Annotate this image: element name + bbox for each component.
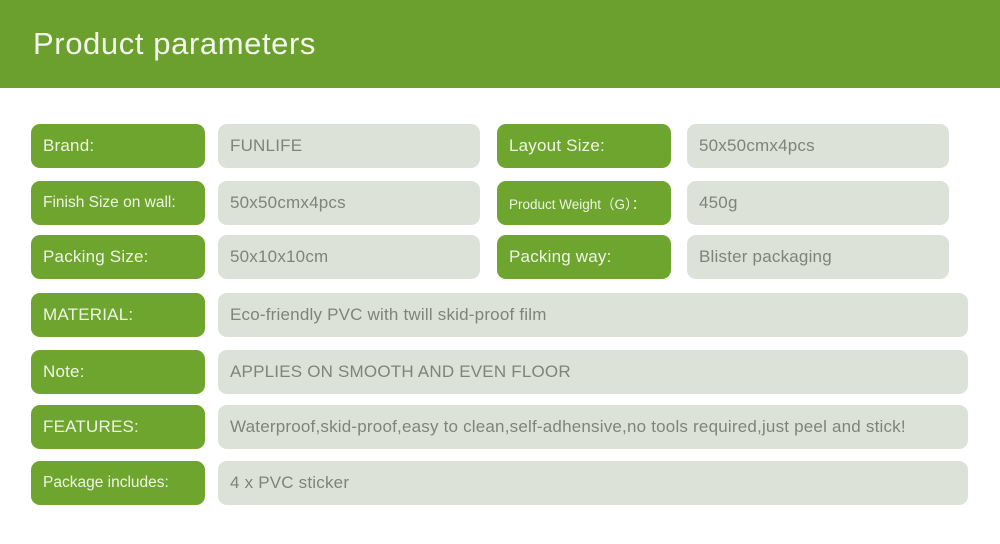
spec-value-text: 4 x PVC sticker bbox=[230, 473, 350, 492]
spec-label-product-weight: Product Weight（G）： bbox=[497, 181, 671, 225]
spec-value-packing-size: 50x10x10cm bbox=[218, 235, 480, 279]
spec-label-packing-size: Packing Size: bbox=[31, 235, 205, 279]
table-row: Note: APPLIES ON SMOOTH AND EVEN FLOOR bbox=[0, 350, 1000, 394]
spec-label-layout-size: Layout Size: bbox=[497, 124, 671, 168]
spec-label-text: MATERIAL: bbox=[43, 305, 134, 324]
spec-label-text: Packing way: bbox=[509, 247, 612, 266]
spec-label-text: Note: bbox=[43, 362, 85, 381]
spec-label-text: Brand: bbox=[43, 136, 95, 155]
spec-value-material: Eco-friendly PVC with twill skid-proof f… bbox=[218, 293, 968, 337]
spec-label-text: Product Weight（G）： bbox=[509, 197, 646, 212]
table-row: Package includes: 4 x PVC sticker bbox=[0, 461, 1000, 505]
spec-label-package-includes: Package includes: bbox=[31, 461, 205, 505]
spec-value-layout-size: 50x50cmx4pcs bbox=[687, 124, 949, 168]
spec-value-text: 50x50cmx4pcs bbox=[230, 193, 346, 212]
spec-label-finish-size-on-wall: Finish Size on wall: bbox=[31, 181, 205, 225]
spec-value-text: 50x10x10cm bbox=[230, 247, 329, 266]
spec-value-text: FUNLIFE bbox=[230, 136, 303, 155]
product-parameters-page: Product parameters Brand: FUNLIFE Layout… bbox=[0, 0, 1000, 544]
spec-label-note: Note: bbox=[31, 350, 205, 394]
spec-value-package-includes: 4 x PVC sticker bbox=[218, 461, 968, 505]
spec-label-text: Package includes: bbox=[43, 474, 169, 491]
spec-label-text: Finish Size on wall: bbox=[43, 194, 176, 211]
spec-value-brand: FUNLIFE bbox=[218, 124, 480, 168]
page-title: Product parameters bbox=[33, 26, 317, 61]
spec-value-text: Blister packaging bbox=[699, 247, 832, 266]
spec-label-text: FEATURES: bbox=[43, 417, 139, 436]
table-row: Finish Size on wall: 50x50cmx4pcs Produc… bbox=[0, 181, 1000, 225]
spec-value-text: Eco-friendly PVC with twill skid-proof f… bbox=[230, 305, 547, 324]
spec-value-note: APPLIES ON SMOOTH AND EVEN FLOOR bbox=[218, 350, 968, 394]
spec-value-text: Waterproof,skid-proof,easy to clean,self… bbox=[230, 417, 906, 436]
spec-value-packing-way: Blister packaging bbox=[687, 235, 949, 279]
spec-label-material: MATERIAL: bbox=[31, 293, 205, 337]
table-row: Packing Size: 50x10x10cm Packing way: Bl… bbox=[0, 235, 1000, 279]
spec-value-features: Waterproof,skid-proof,easy to clean,self… bbox=[218, 405, 968, 449]
spec-value-finish-size-on-wall: 50x50cmx4pcs bbox=[218, 181, 480, 225]
table-row: Brand: FUNLIFE Layout Size: 50x50cmx4pcs bbox=[0, 124, 1000, 168]
spec-table: Brand: FUNLIFE Layout Size: 50x50cmx4pcs… bbox=[0, 88, 1000, 544]
spec-value-text: 50x50cmx4pcs bbox=[699, 136, 815, 155]
header-banner: Product parameters bbox=[0, 0, 1000, 88]
spec-value-text: 450g bbox=[699, 193, 738, 212]
spec-label-packing-way: Packing way: bbox=[497, 235, 671, 279]
table-row: FEATURES: Waterproof,skid-proof,easy to … bbox=[0, 405, 1000, 449]
spec-value-product-weight: 450g bbox=[687, 181, 949, 225]
table-row: MATERIAL: Eco-friendly PVC with twill sk… bbox=[0, 293, 1000, 337]
spec-label-text: Packing Size: bbox=[43, 247, 149, 266]
spec-label-features: FEATURES: bbox=[31, 405, 205, 449]
spec-value-text: APPLIES ON SMOOTH AND EVEN FLOOR bbox=[230, 362, 571, 381]
spec-label-text: Layout Size: bbox=[509, 136, 605, 155]
spec-label-brand: Brand: bbox=[31, 124, 205, 168]
